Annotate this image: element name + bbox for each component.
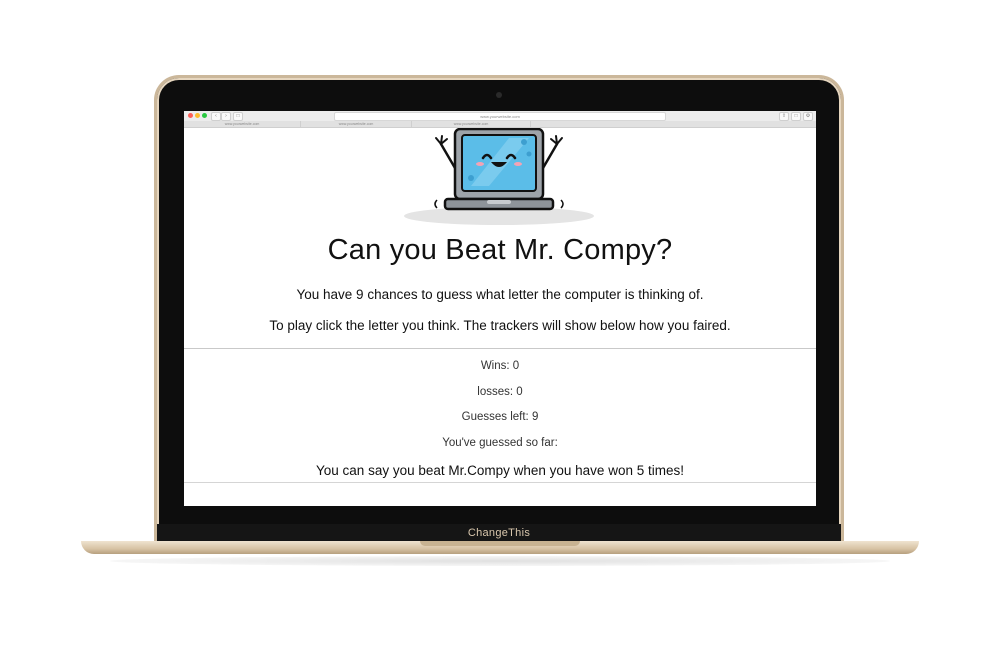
tab-strip: www.yourwebsite.com www.yourwebsite.com … (184, 121, 816, 128)
guesses-left-counter: Guesses left: 9 (461, 411, 539, 423)
laptop-lid: ‹ › □ www.yourwebsite.com ⇧ □ ⚙ www.your… (157, 78, 841, 546)
brand-label: ChangeThis (467, 527, 531, 539)
page-title: Can you Beat Mr. Compy? (327, 234, 673, 266)
divider (184, 348, 816, 349)
address-bar[interactable]: www.yourwebsite.com (334, 112, 666, 121)
settings-gear-icon[interactable]: ⚙ (803, 112, 813, 121)
forward-button[interactable]: › (221, 112, 231, 121)
tab-3[interactable]: www.yourwebsite.com (412, 121, 531, 127)
losses-counter: losses: 0 (477, 386, 523, 398)
tab-2[interactable]: www.yourwebsite.com (301, 121, 412, 127)
wins-counter: Wins: 0 (480, 360, 520, 372)
share-icon[interactable]: ⇧ (779, 112, 789, 121)
back-button[interactable]: ‹ (211, 112, 221, 121)
guessed-letters-list: You've guessed so far: (442, 437, 558, 449)
minimize-window-button[interactable] (195, 113, 200, 118)
laptop-base (81, 541, 919, 554)
win-goal-message: You can say you beat Mr.Compy when you h… (316, 463, 684, 478)
game-page: Can you Beat Mr. Compy? You have 9 chanc… (184, 128, 816, 506)
laptop-notch (420, 541, 580, 546)
webcam-icon (496, 92, 502, 98)
laptop-screen: ‹ › □ www.yourwebsite.com ⇧ □ ⚙ www.your… (184, 111, 816, 506)
tabs-icon[interactable]: □ (791, 112, 801, 121)
laptop-shadow (110, 556, 890, 566)
instructions-how-to-play: To play click the letter you think. The … (269, 318, 731, 333)
maximize-window-button[interactable] (202, 113, 207, 118)
sidebar-toggle-icon[interactable]: □ (233, 112, 243, 121)
instructions-chances: You have 9 chances to guess what letter … (296, 287, 704, 302)
tab-1[interactable]: www.yourwebsite.com (184, 121, 301, 127)
close-window-button[interactable] (188, 113, 193, 118)
divider-bottom (184, 482, 816, 483)
mr-compy-laptop-mascot-icon (404, 128, 594, 225)
